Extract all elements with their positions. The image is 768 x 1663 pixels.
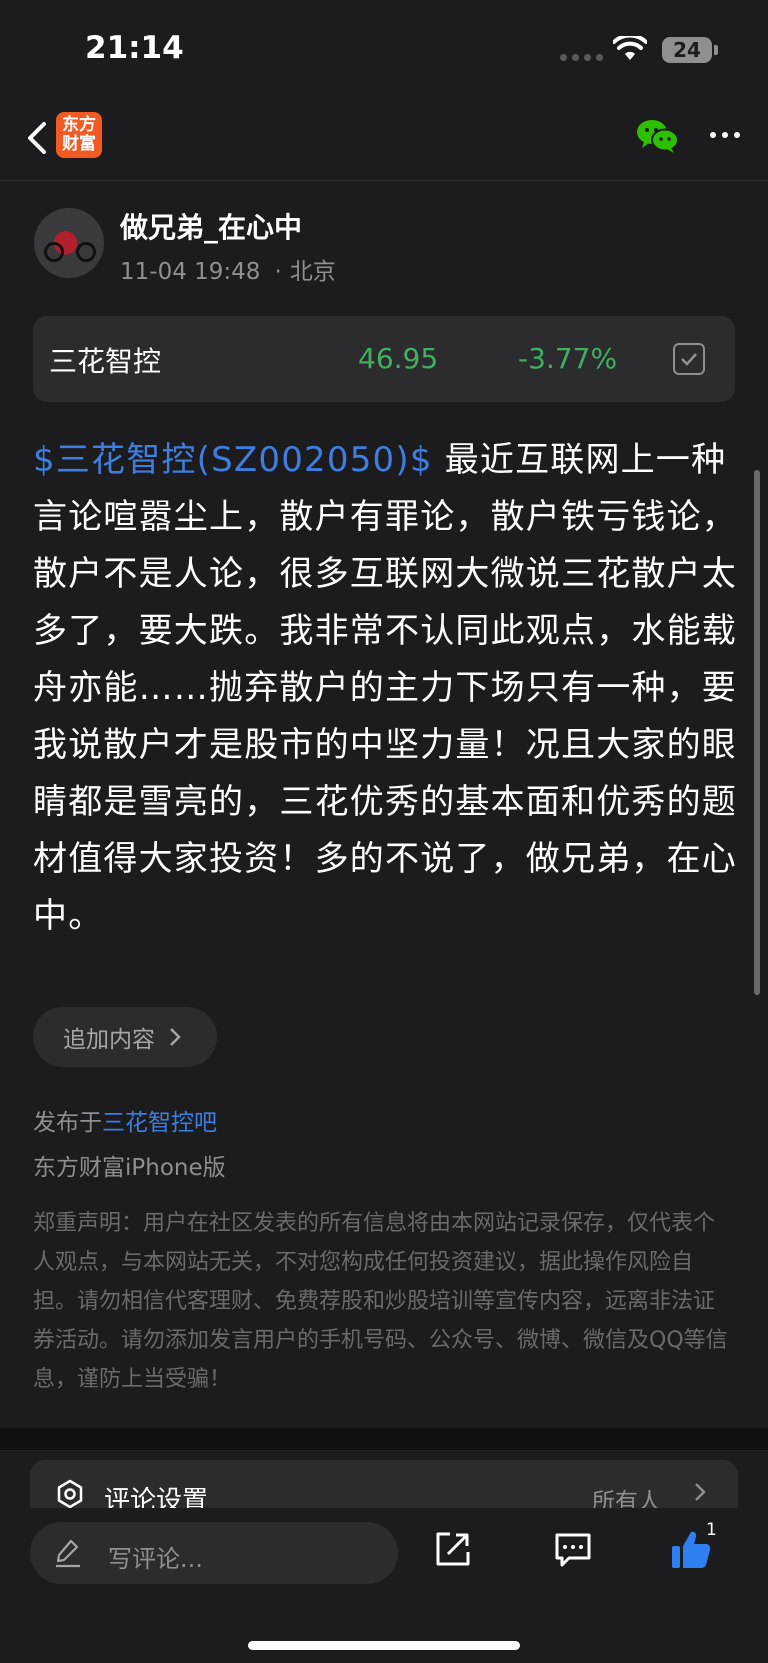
stock-change: -3.77% <box>518 342 618 375</box>
wechat-share-icon[interactable] <box>636 118 680 154</box>
battery-indicator: 24 <box>662 37 712 63</box>
post-date: 11-04 19:48 <box>120 259 261 285</box>
published-prefix: 发布于 <box>33 1110 102 1136</box>
logo-line-1: 东方 <box>62 115 96 135</box>
section-divider <box>0 1428 768 1450</box>
chevron-right-icon <box>170 1028 181 1046</box>
forum-link[interactable]: 三花智控吧 <box>102 1110 217 1136</box>
like-count: 1 <box>706 1520 717 1540</box>
client-source: 东方财富iPhone版 <box>33 1155 226 1181</box>
comment-input-placeholder: 写评论... <box>108 1545 203 1573</box>
more-options-icon[interactable] <box>710 132 740 138</box>
stock-price: 46.95 <box>358 342 439 375</box>
add-watchlist-checkbox-icon[interactable] <box>673 343 705 375</box>
cellular-signal-icon <box>560 54 603 61</box>
wifi-icon <box>613 36 647 60</box>
meta-separator: · <box>274 259 282 285</box>
scrollbar[interactable] <box>754 470 760 995</box>
published-in: 发布于三花智控吧 <box>33 1103 217 1137</box>
post-location: 北京 <box>289 259 336 285</box>
stock-tag-link[interactable]: $三花智控(SZ002050)$ <box>33 440 433 480</box>
logo-line-2: 财富 <box>62 134 96 154</box>
append-content-button[interactable]: 追加内容 <box>33 1007 217 1067</box>
stock-quote-card[interactable]: 三花智控 46.95 -3.77% <box>33 316 735 402</box>
status-time: 21:14 <box>85 30 184 66</box>
nav-divider <box>0 180 768 181</box>
comments-icon[interactable] <box>553 1531 593 1569</box>
post-text: 最近互联网上一种言论喧嚣尘上，散户有罪论，散户铁亏钱论，散户不是人论，很多互联网… <box>33 440 737 936</box>
post-meta: 11-04 19:48 · 北京 <box>120 252 336 286</box>
disclaimer: 郑重声明：用户在社区发表的所有信息将由本网站记录保存，仅代表个人观点，与本网站无… <box>33 1211 728 1392</box>
post-body: $三花智控(SZ002050)$ 最近互联网上一种言论喧嚣尘上，散户有罪论，散户… <box>33 432 739 945</box>
back-icon[interactable] <box>18 118 58 158</box>
share-icon[interactable] <box>434 1530 472 1568</box>
pen-icon <box>56 1539 80 1568</box>
avatar[interactable] <box>34 208 104 278</box>
author-name[interactable]: 做兄弟_在心中 <box>120 206 302 246</box>
eastmoney-logo[interactable]: 东方 财富 <box>56 112 102 158</box>
stock-name: 三花智控 <box>49 345 162 378</box>
battery-tip <box>714 45 718 55</box>
bottom-bar: 写评论... 1 <box>0 1508 768 1663</box>
chevron-right-icon <box>695 1483 706 1501</box>
gear-icon <box>57 1479 83 1509</box>
status-bar: 21:14 24 <box>0 0 768 100</box>
append-content-label: 追加内容 <box>63 1027 155 1053</box>
comment-input[interactable]: 写评论... <box>30 1522 398 1584</box>
home-indicator[interactable] <box>248 1641 520 1650</box>
